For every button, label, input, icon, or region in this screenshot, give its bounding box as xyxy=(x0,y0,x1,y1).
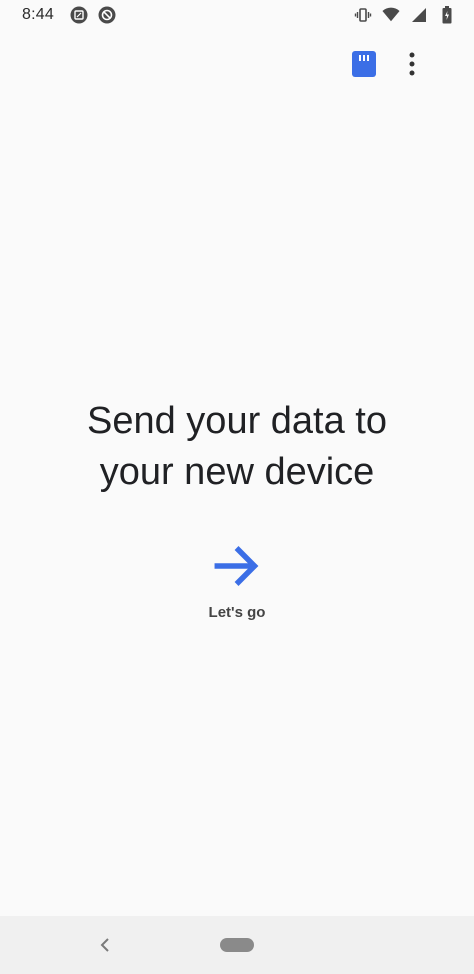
wifi-icon xyxy=(382,6,400,24)
battery-icon xyxy=(438,6,456,24)
lets-go-button[interactable]: Let's go xyxy=(209,540,266,621)
more-vert-icon[interactable] xyxy=(398,46,426,82)
arrow-forward-icon[interactable] xyxy=(211,540,263,592)
page-title-line1: Send your data to xyxy=(87,400,387,442)
block-icon xyxy=(98,6,116,24)
screen: 8:44 Send your data to your new device L… xyxy=(0,0,474,974)
screenshot-icon xyxy=(70,6,88,24)
signal-icon xyxy=(410,6,428,24)
page-title: Send your data to your new device xyxy=(0,396,474,498)
status-bar: 8:44 xyxy=(0,0,474,30)
status-right xyxy=(354,6,456,24)
navigation-bar xyxy=(0,916,474,974)
status-time: 8:44 xyxy=(22,6,54,23)
status-left: 8:44 xyxy=(22,6,116,24)
app-bar xyxy=(350,44,474,84)
page-title-line2: your new device xyxy=(99,451,375,493)
home-pill[interactable] xyxy=(220,938,254,952)
back-icon[interactable] xyxy=(94,934,116,956)
vibrate-icon xyxy=(354,6,372,24)
lets-go-label[interactable]: Let's go xyxy=(209,604,266,621)
sd-card-icon[interactable] xyxy=(350,46,378,82)
